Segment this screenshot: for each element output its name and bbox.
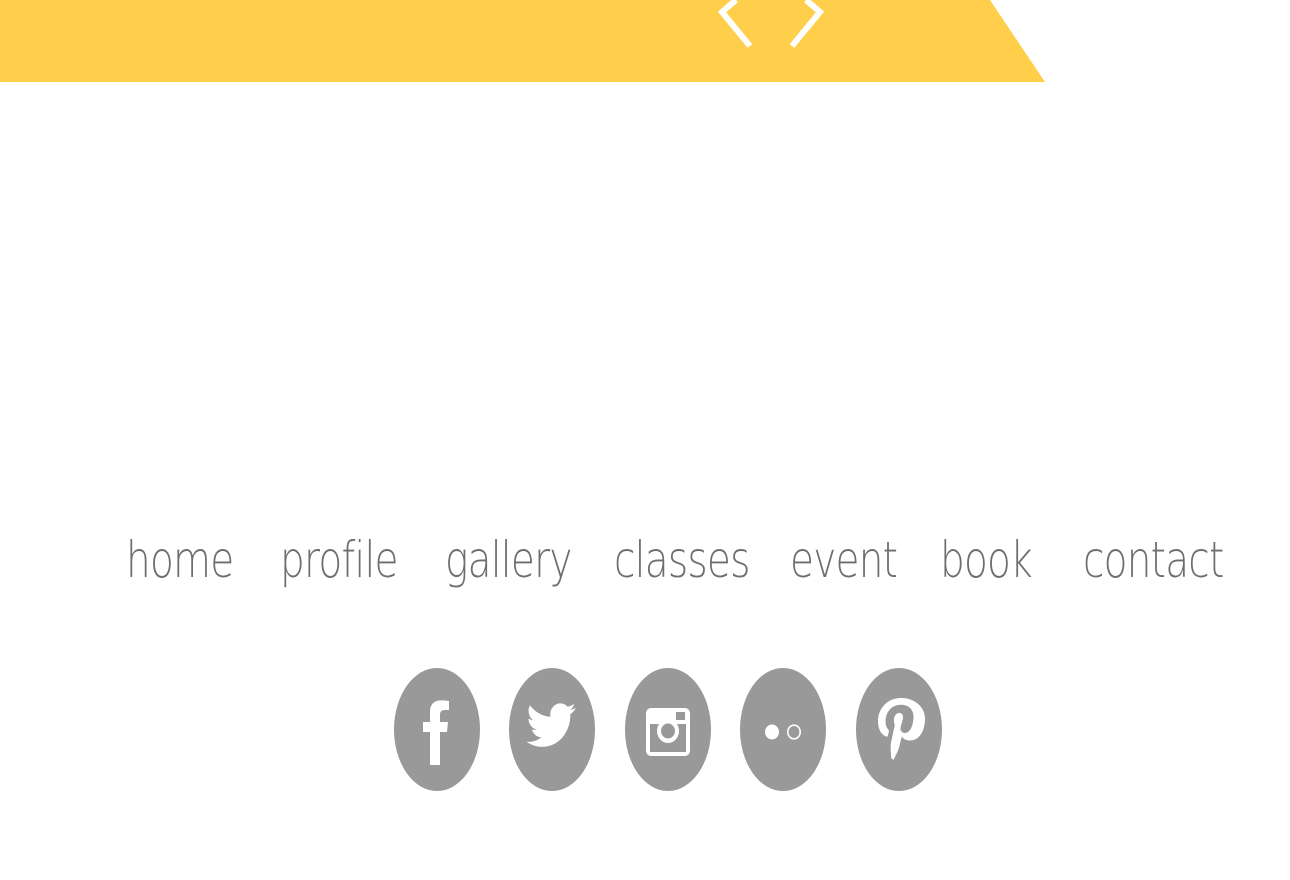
instagram-icon (625, 668, 711, 791)
nav-link-contact[interactable]: contact (1083, 525, 1224, 595)
pinterest-link[interactable] (856, 668, 942, 791)
facebook-icon (394, 668, 480, 791)
nav-link-gallery[interactable]: gallery (445, 525, 572, 595)
main-nav: home profile gallery classes event book … (0, 525, 1290, 595)
twitter-icon (509, 668, 595, 791)
nav-link-book[interactable]: book (940, 525, 1033, 595)
flickr-icon (740, 668, 826, 791)
pinterest-icon (856, 668, 942, 791)
nav-link-profile[interactable]: profile (280, 525, 399, 595)
top-banner (0, 0, 1045, 82)
banner-shape (0, 0, 1045, 82)
slider-next-button[interactable] (786, 0, 830, 52)
facebook-link[interactable] (394, 668, 480, 791)
nav-link-event[interactable]: event (790, 525, 898, 595)
chevron-right-icon (789, 0, 825, 48)
chevron-left-icon (717, 0, 753, 48)
slider-prev-button[interactable] (712, 0, 756, 52)
flickr-link[interactable] (740, 668, 826, 791)
page: home profile gallery classes event book … (0, 0, 1290, 880)
twitter-link[interactable] (509, 668, 595, 791)
nav-link-classes[interactable]: classes (614, 525, 750, 595)
social-links (0, 668, 1290, 793)
nav-link-home[interactable]: home (126, 525, 234, 595)
instagram-link[interactable] (625, 668, 711, 791)
